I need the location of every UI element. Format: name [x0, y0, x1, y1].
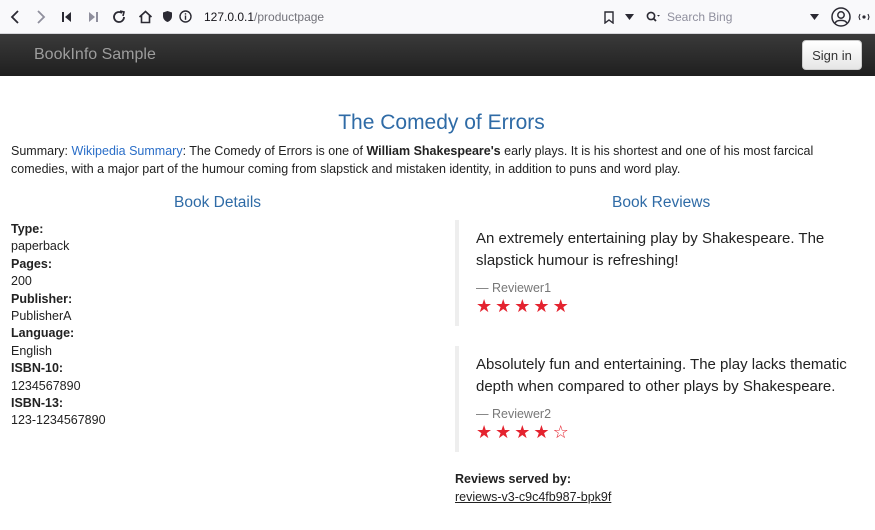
summary-text-1: : The Comedy of Errors is one of — [182, 144, 367, 158]
detail-value-pages: 200 — [11, 274, 32, 289]
book-details-heading: Book Details — [174, 194, 262, 211]
book-reviews-heading: Book Reviews — [612, 194, 711, 211]
sign-in-button[interactable]: Sign in — [802, 40, 862, 70]
product-summary: Summary: Wikipedia Summary: The Comedy o… — [11, 143, 873, 178]
home-icon[interactable] — [132, 0, 158, 34]
search-input[interactable] — [667, 10, 797, 24]
app-navbar: BookInfo Sample Sign in — [0, 34, 875, 76]
star-filled-icon: ★ — [533, 422, 550, 442]
search-icon — [646, 11, 661, 23]
detail-value-isbn10: 1234567890 — [11, 378, 81, 393]
star-filled-icon: ★ — [476, 296, 493, 316]
reviewer-name: — Reviewer2 — [476, 407, 552, 421]
summary-label: Summary: — [11, 144, 72, 158]
review-text: Absolutely fun and entertaining. The pla… — [476, 356, 847, 395]
detail-value-isbn13: 123-1234567890 — [11, 413, 106, 428]
wikipedia-summary-link[interactable]: Wikipedia Summary — [71, 144, 182, 158]
browser-toolbar: 127.0.0.1/productpage — [0, 0, 875, 34]
reviewer-name: — Reviewer1 — [476, 281, 552, 295]
info-icon[interactable] — [176, 0, 194, 34]
navbar-brand[interactable]: BookInfo Sample — [34, 46, 156, 64]
chevron-down-icon[interactable] — [616, 0, 642, 34]
review-card: An extremely entertaining play by Shakes… — [455, 220, 865, 326]
back-icon[interactable] — [2, 0, 28, 34]
star-filled-icon: ★ — [476, 422, 493, 442]
detail-value-publisher: PublisherA — [11, 309, 72, 324]
reviews-served-value: reviews-v3-c9c4fb987-bpk9f — [455, 490, 612, 504]
detail-label-language: Language: — [11, 326, 75, 341]
review-card: Absolutely fun and entertaining. The pla… — [455, 346, 865, 452]
detail-label-publisher: Publisher: — [11, 291, 73, 306]
account-icon[interactable] — [828, 0, 854, 34]
search-field[interactable] — [642, 5, 822, 29]
url-host: 127.0.0.1 — [204, 10, 255, 24]
detail-label-pages: Pages: — [11, 256, 52, 271]
star-filled-icon: ★ — [514, 422, 531, 442]
skip-back-icon[interactable] — [54, 0, 80, 34]
extension-icon[interactable] — [854, 0, 874, 34]
detail-value-language: English — [11, 343, 52, 358]
detail-label-type: Type: — [11, 222, 44, 236]
star-filled-icon: ★ — [514, 296, 531, 316]
url-field[interactable]: 127.0.0.1/productpage — [204, 5, 594, 29]
reload-icon[interactable] — [106, 0, 132, 34]
skip-forward-icon[interactable] — [80, 0, 106, 34]
star-filled-icon: ★ — [495, 296, 512, 316]
search-engine-chevron-icon[interactable] — [801, 0, 827, 34]
star-filled-icon: ★ — [552, 296, 569, 316]
summary-bold: William Shakespeare's — [366, 144, 501, 158]
star-filled-icon: ★ — [495, 422, 512, 442]
star-rating: ★ ★ ★ ★ ★ — [476, 296, 865, 316]
book-details-list: Type: paperback Pages: 200 Publisher: Pu… — [11, 221, 106, 430]
detail-label-isbn10: ISBN-10: — [11, 361, 64, 376]
detail-label-isbn13: ISBN-13: — [11, 396, 64, 411]
url-path: /productpage — [254, 10, 325, 24]
reviews-served-label: Reviews served by: — [455, 472, 572, 486]
page-title: The Comedy of Errors — [338, 111, 545, 134]
detail-value-type: paperback — [11, 239, 70, 254]
star-empty-icon: ☆ — [552, 422, 569, 442]
review-text: An extremely entertaining play by Shakes… — [476, 230, 825, 269]
forward-icon[interactable] — [28, 0, 54, 34]
star-filled-icon: ★ — [533, 296, 550, 316]
star-rating: ★ ★ ★ ★ ☆ — [476, 422, 865, 442]
shield-icon[interactable] — [158, 0, 176, 34]
